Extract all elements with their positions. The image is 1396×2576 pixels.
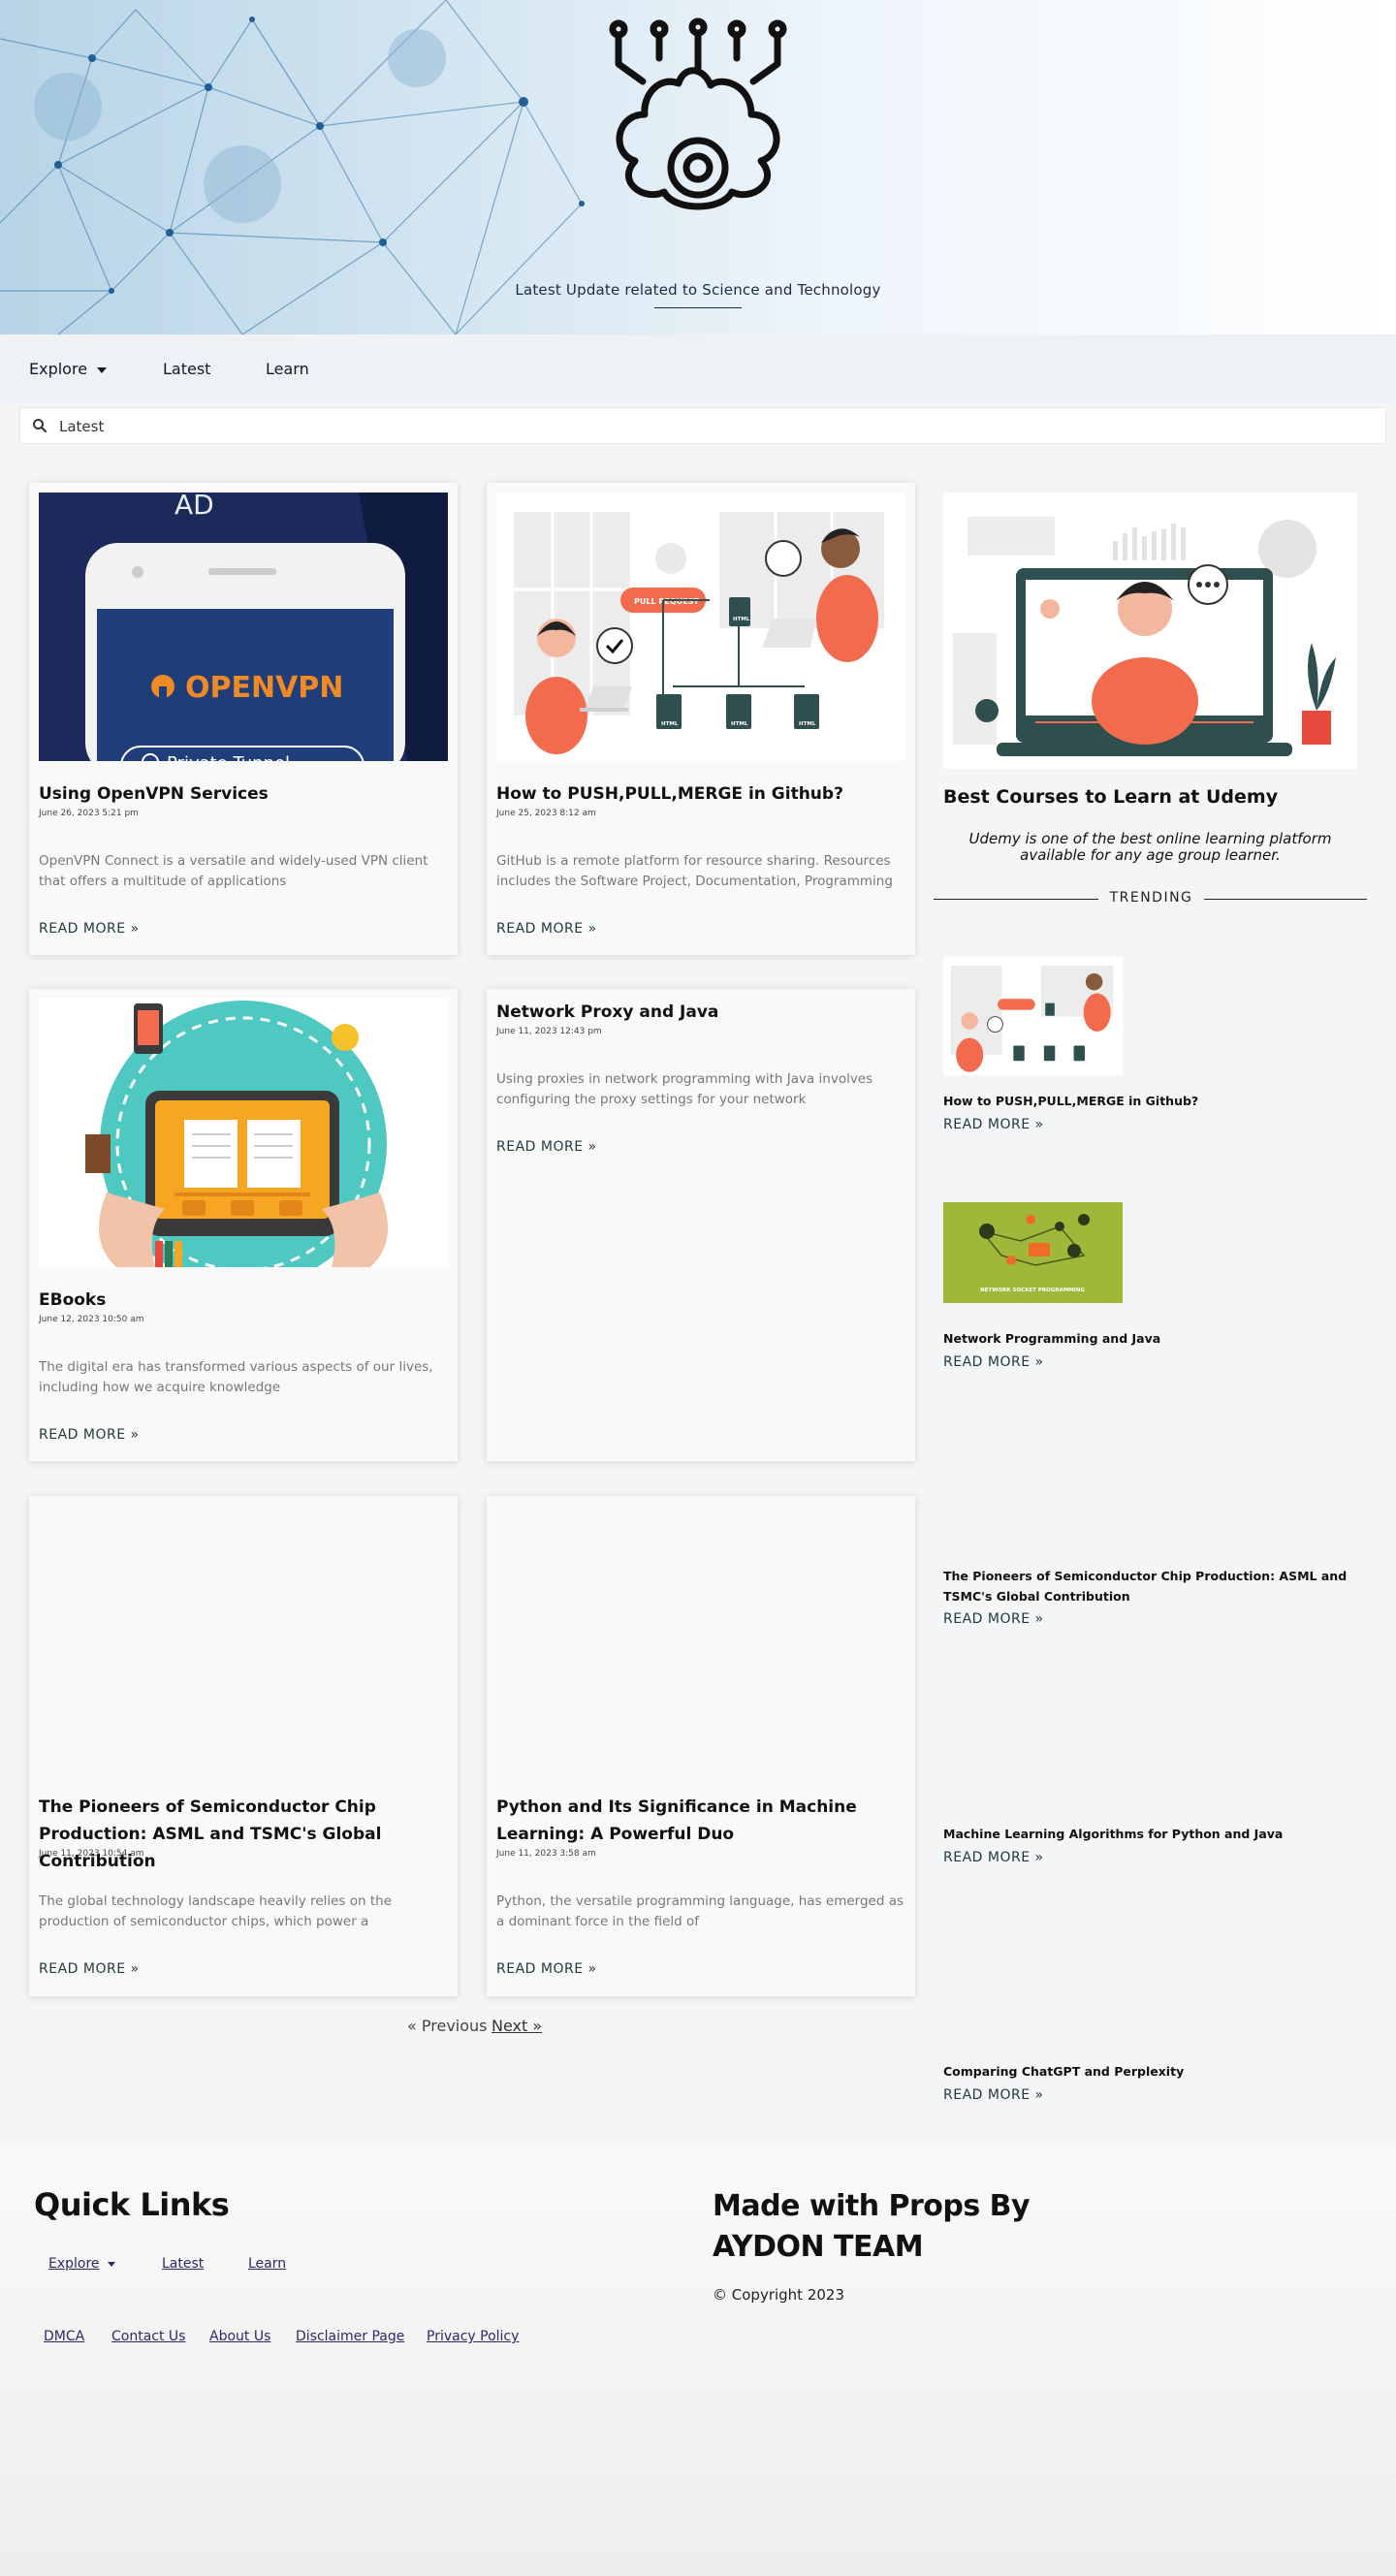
- post-title[interactable]: EBooks: [39, 1287, 448, 1314]
- footer-link-dmca[interactable]: DMCA: [44, 2329, 84, 2344]
- pull-request-badge-text: PULL REQUEST: [634, 597, 699, 606]
- pagination-next[interactable]: Next »: [492, 2017, 542, 2035]
- read-more-link[interactable]: READ MORE »: [39, 1427, 140, 1443]
- footer-link-privacy[interactable]: Privacy Policy: [427, 2329, 519, 2344]
- post-date: June 12, 2023 10:50 am: [39, 1315, 144, 1324]
- post-excerpt: OpenVPN Connect is a versatile and widel…: [39, 853, 428, 889]
- udemy-feature-title[interactable]: Best Courses to Learn at Udemy: [943, 786, 1278, 808]
- read-more-link[interactable]: READ MORE »: [496, 1139, 597, 1155]
- read-more-link[interactable]: READ MORE »: [943, 1850, 1044, 1865]
- post-card: OPENVPN Private Tunnel AD Using OpenVPN …: [29, 483, 458, 955]
- nav-learn[interactable]: Learn: [266, 360, 309, 378]
- post-thumbnail[interactable]: PULL REQUEST HTML HTML HTML HTML: [496, 493, 905, 761]
- footer-nav-explore[interactable]: Explore: [48, 2256, 115, 2272]
- footer-link-disclaimer[interactable]: Disclaimer Page: [296, 2329, 404, 2344]
- openvpn-thumbnail-graphic: OPENVPN Private Tunnel: [39, 493, 448, 761]
- post-thumbnail[interactable]: [39, 999, 448, 1267]
- read-more-link[interactable]: READ MORE »: [943, 1611, 1044, 1627]
- footer-nav-learn[interactable]: Learn: [248, 2256, 286, 2272]
- trending-thumbnail[interactable]: NETWORK SOCKET PROGRAMMING: [943, 1202, 1123, 1303]
- chevron-down-icon: [107, 2261, 115, 2267]
- post-title[interactable]: Using OpenVPN Services: [39, 780, 448, 808]
- footer-nav-explore-label: Explore: [48, 2256, 100, 2272]
- pagination-previous[interactable]: « Previous: [407, 2017, 488, 2035]
- trending-title[interactable]: Machine Learning Algorithms for Python a…: [943, 1824, 1370, 1844]
- github-thumbnail-graphic: PULL REQUEST HTML HTML HTML HTML: [496, 493, 905, 761]
- post-date: June 11, 2023 12:43 pm: [496, 1027, 602, 1036]
- post-date: June 11, 2023 10:54 am: [39, 1849, 144, 1859]
- post-title[interactable]: How to PUSH,PULL,MERGE in Github?: [496, 780, 905, 808]
- post-title[interactable]: Python and Its Significance in Machine L…: [496, 1794, 905, 1848]
- chevron-down-icon: [97, 366, 108, 373]
- post-excerpt: The global technology landscape heavily …: [39, 1893, 393, 1929]
- post-card: Python and Its Significance in Machine L…: [487, 1496, 915, 1996]
- trending-title[interactable]: The Pioneers of Semiconductor Chip Produ…: [943, 1566, 1350, 1606]
- divider: [1204, 899, 1367, 900]
- trending-title[interactable]: Network Programming and Java: [943, 1328, 1370, 1349]
- post-excerpt: GitHub is a remote platform for resource…: [496, 853, 893, 889]
- trending-heading: TRENDING: [1109, 890, 1193, 906]
- private-tunnel-button-text: Private Tunnel: [167, 753, 290, 761]
- nav-latest[interactable]: Latest: [163, 360, 210, 378]
- read-more-link[interactable]: READ MORE »: [39, 921, 140, 937]
- divider: [934, 899, 1098, 900]
- network-programming-graphic: NETWORK SOCKET PROGRAMMING: [943, 1202, 1123, 1303]
- search-input[interactable]: [59, 414, 1368, 439]
- online-course-graphic: [943, 493, 1357, 769]
- udemy-feature-image[interactable]: [943, 493, 1357, 769]
- udemy-feature-description: Udemy is one of the best online learning…: [968, 830, 1332, 864]
- nav-explore[interactable]: Explore: [29, 360, 108, 378]
- search-bar: [19, 407, 1386, 444]
- main-navigation: Explore Latest Learn: [0, 334, 1396, 402]
- post-date: June 26, 2023 5:21 pm: [39, 809, 139, 818]
- read-more-link[interactable]: READ MORE »: [496, 1961, 597, 1977]
- post-card: PULL REQUEST HTML HTML HTML HTML How to …: [487, 483, 915, 955]
- footer-link-contact[interactable]: Contact Us: [111, 2329, 185, 2344]
- search-icon[interactable]: [32, 418, 48, 433]
- github-thumbnail-graphic: [943, 957, 1123, 1075]
- trending-thumbnail[interactable]: [943, 957, 1123, 1075]
- post-thumbnail[interactable]: OPENVPN Private Tunnel AD: [39, 493, 448, 761]
- post-excerpt: Python, the versatile programming langua…: [496, 1893, 904, 1929]
- brain-gear-logo-icon: [609, 17, 787, 210]
- html-file-label: HTML: [731, 721, 748, 727]
- read-more-link[interactable]: READ MORE »: [943, 1117, 1044, 1132]
- read-more-link[interactable]: READ MORE »: [496, 921, 597, 937]
- quick-links-heading: Quick Links: [34, 2186, 230, 2223]
- made-with-heading: Made with Props By AYDON TEAM: [713, 2189, 1031, 2264]
- post-title[interactable]: Network Proxy and Java: [496, 999, 905, 1026]
- footer-link-about[interactable]: About Us: [209, 2329, 270, 2344]
- post-card: The Pioneers of Semiconductor Chip Produ…: [29, 1496, 458, 1996]
- read-more-link[interactable]: READ MORE »: [943, 2087, 1044, 2103]
- openvpn-logo-text: OPENVPN: [185, 671, 343, 705]
- html-file-label: HTML: [733, 617, 750, 622]
- tagline-underline: [654, 307, 742, 308]
- post-date: June 11, 2023 3:58 am: [496, 1849, 596, 1859]
- ad-label: AD: [174, 493, 214, 521]
- html-file-label: HTML: [661, 721, 679, 727]
- post-excerpt: Using proxies in network programming wit…: [496, 1071, 873, 1107]
- trending-title[interactable]: Comparing ChatGPT and Perplexity: [943, 2061, 1370, 2082]
- read-more-link[interactable]: READ MORE »: [39, 1961, 140, 1977]
- ebooks-thumbnail-graphic: [39, 999, 448, 1267]
- hero-banner: Latest Update related to Science and Tec…: [0, 0, 1396, 334]
- network-socket-caption: NETWORK SOCKET PROGRAMMING: [980, 1288, 1085, 1293]
- read-more-link[interactable]: READ MORE »: [943, 1354, 1044, 1370]
- site-footer: Quick Links Explore Latest Learn DMCA Co…: [0, 2147, 1396, 2576]
- post-excerpt: The digital era has transformed various …: [39, 1359, 433, 1395]
- post-title[interactable]: The Pioneers of Semiconductor Chip Produ…: [39, 1794, 448, 1875]
- post-card: Network Proxy and Java June 11, 2023 12:…: [487, 989, 915, 1461]
- post-date: June 25, 2023 8:12 am: [496, 809, 596, 818]
- post-card: EBooks June 12, 2023 10:50 am The digita…: [29, 989, 458, 1461]
- copyright-text: © Copyright 2023: [713, 2286, 845, 2304]
- nav-explore-label: Explore: [29, 360, 88, 378]
- footer-nav-latest[interactable]: Latest: [162, 2256, 204, 2272]
- site-tagline: Latest Update related to Science and Tec…: [515, 281, 881, 299]
- html-file-label: HTML: [799, 721, 816, 727]
- trending-title[interactable]: How to PUSH,PULL,MERGE in Github?: [943, 1091, 1370, 1111]
